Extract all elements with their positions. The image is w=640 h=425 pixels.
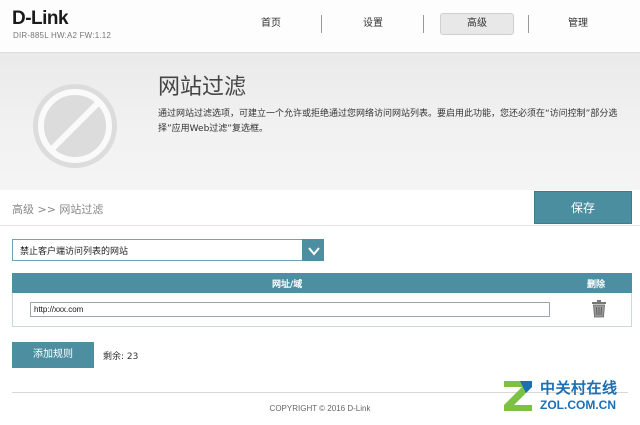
chevron-down-icon[interactable] <box>302 239 324 261</box>
nav-management[interactable]: 管理 <box>543 13 613 35</box>
nav-home[interactable]: 首页 <box>236 13 306 35</box>
table-header: 网址/域 删除 <box>12 273 632 293</box>
nav-advanced[interactable]: 高级 <box>440 13 514 35</box>
top-header: D-Link DIR-885L HW:A2 FW:1.12 首页 设置 高级 管… <box>0 0 640 52</box>
filter-mode-value: 禁止客户端访问列表的网站 <box>20 247 129 257</box>
model-info: DIR-885L HW:A2 FW:1.12 <box>13 31 112 40</box>
page-description: 通过网站过滤选项，可建立一个允许或拒绝通过您网络访问网站列表。要启用此功能，您还… <box>158 109 618 134</box>
nav-divider <box>423 15 424 33</box>
nav-divider <box>528 15 529 33</box>
watermark-site: ZOL.COM.CN <box>540 398 616 412</box>
table-row <box>12 293 632 327</box>
save-button[interactable]: 保存 <box>534 191 632 224</box>
url-input[interactable] <box>30 302 550 317</box>
page-banner: 网站过滤 通过网站过滤选项，可建立一个允许或拒绝通过您网络访问网站列表。要启用此… <box>0 52 640 190</box>
zol-watermark: 中关村在线 ZOL.COM.CN <box>500 375 638 417</box>
add-rule-button[interactable]: 添加规则 <box>12 342 94 368</box>
trash-icon[interactable] <box>591 300 607 318</box>
remaining-count: 剩余: 23 <box>103 352 139 362</box>
page-title: 网站过滤 <box>158 75 247 100</box>
breadcrumb: 高级 >> 网站过滤 <box>12 203 104 216</box>
column-header-delete: 删除 <box>587 280 606 290</box>
nav-settings[interactable]: 设置 <box>338 13 408 35</box>
watermark-title: 中关村在线 <box>540 379 618 397</box>
dlink-logo: D-Link <box>12 8 69 29</box>
zol-logo-icon <box>504 381 532 411</box>
filter-badge-icon <box>33 84 117 168</box>
nav-divider <box>321 15 322 33</box>
column-header-url: 网址/域 <box>272 280 303 290</box>
filter-mode-select[interactable]: 禁止客户端访问列表的网站 <box>12 239 324 261</box>
